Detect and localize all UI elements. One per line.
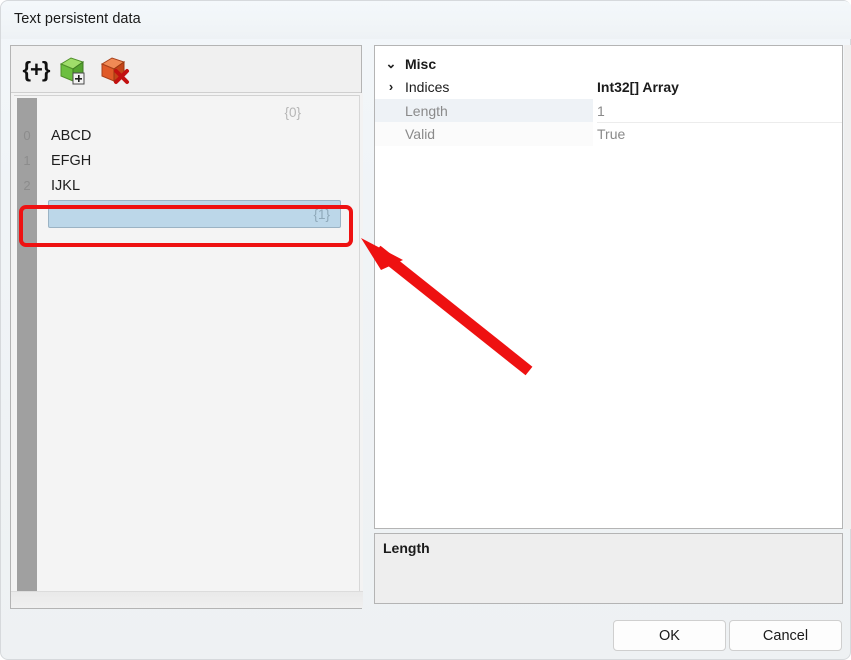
dialog-window: Text persistent data {+} {0} 0 ABCD 1 EF… [0, 0, 851, 660]
braces-icon-glyph: {+} [22, 57, 51, 82]
list-bottom-strip [11, 591, 363, 608]
property-name: Length [405, 103, 448, 119]
property-value: 1 [597, 103, 605, 119]
property-row-indices[interactable]: › Indices Int32[] Array [375, 75, 842, 99]
description-pane: Length [374, 533, 843, 604]
title-bar: Text persistent data [1, 1, 851, 39]
list-item[interactable]: 1 EFGH [23, 147, 355, 175]
list-body[interactable]: {0} 0 ABCD 1 EFGH 2 IJKL {1} [11, 93, 363, 608]
property-row-valid[interactable]: Valid True [375, 122, 842, 146]
description-title: Length [383, 540, 430, 556]
list-item-selected-count: {1} [313, 207, 330, 222]
list-item-label: EFGH [51, 153, 92, 169]
delete-item-icon-svg [100, 57, 129, 84]
list-item-selected[interactable]: {1} [37, 196, 355, 232]
chevron-down-icon[interactable]: ⌄ [383, 52, 399, 76]
add-item-icon-svg [59, 57, 85, 85]
property-value: Int32[] Array [597, 79, 679, 95]
cancel-button[interactable]: Cancel [729, 620, 842, 651]
list-item-index: 2 [23, 178, 31, 193]
list-item[interactable]: 0 ABCD [23, 122, 355, 150]
property-grid-scrollbar[interactable] [844, 45, 851, 529]
property-separator [597, 122, 842, 123]
ok-button[interactable]: OK [613, 620, 726, 651]
property-grid[interactable]: ⌄ Misc › Indices Int32[] Array Length 1 … [374, 45, 843, 529]
collection-list-panel: {+} {0} 0 ABCD 1 EFGH 2 IJKL {1} [10, 45, 363, 609]
window-title: Text persistent data [14, 11, 141, 27]
braces-icon[interactable]: {+} [19, 53, 53, 86]
list-toolbar: {+} [11, 46, 361, 93]
property-category-misc[interactable]: ⌄ Misc [375, 52, 842, 76]
property-row-length[interactable]: Length 1 [375, 99, 842, 123]
property-category-label: Misc [405, 56, 437, 72]
chevron-right-icon[interactable]: › [383, 75, 399, 99]
list-inner: {0} 0 ABCD 1 EFGH 2 IJKL {1} [14, 95, 360, 605]
list-item-edit-box[interactable]: {1} [48, 200, 341, 228]
property-name: Indices [405, 79, 450, 95]
add-item-icon[interactable] [56, 53, 90, 86]
list-item-label: ABCD [51, 128, 92, 144]
property-name: Valid [405, 126, 436, 142]
list-item-index: 1 [23, 153, 31, 168]
property-value: True [597, 126, 626, 142]
list-item-index: 0 [23, 128, 31, 143]
delete-item-icon[interactable] [97, 53, 131, 86]
